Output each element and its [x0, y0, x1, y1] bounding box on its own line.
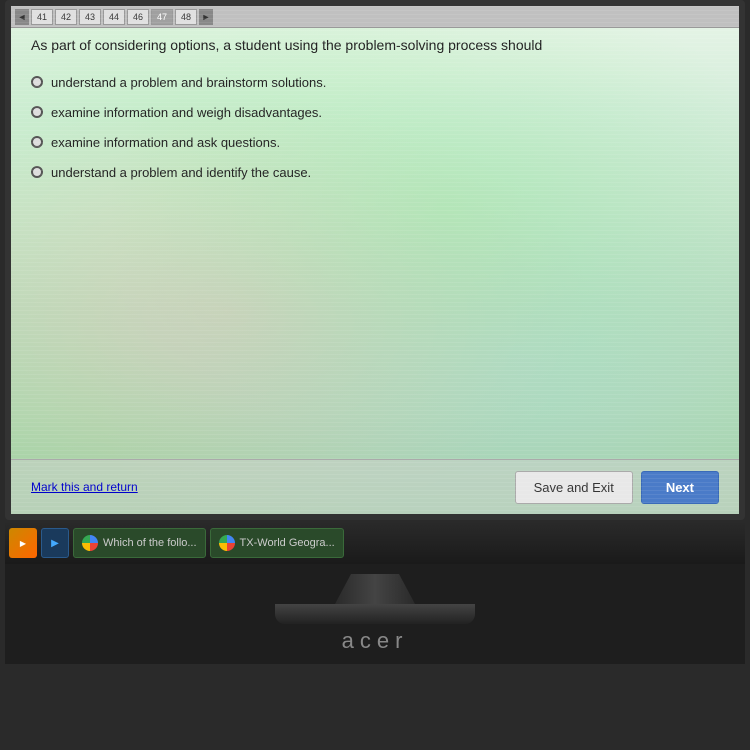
brand-logo: acer [342, 628, 409, 654]
play-icon: ▶ [51, 538, 59, 549]
stand-neck [335, 574, 415, 604]
radio-button-4[interactable] [31, 166, 43, 178]
taskbar: ▶ ▶ Which of the follo... TX-World Geogr… [5, 522, 745, 564]
radio-button-1[interactable] [31, 76, 43, 88]
chrome-icon-1 [82, 535, 98, 551]
tab-label-2: TX-World Geogra... [240, 537, 335, 549]
next-button[interactable]: Next [641, 471, 719, 504]
start-button[interactable]: ▶ [9, 528, 37, 558]
stand-base [275, 604, 475, 624]
screen-bezel: ◄ 41 42 43 44 46 47 48 ► As part of cons… [5, 0, 745, 520]
question-text: As part of considering options, a studen… [31, 36, 719, 56]
question-number-44[interactable]: 44 [103, 9, 125, 25]
answer-option-2[interactable]: examine information and weigh disadvanta… [31, 104, 719, 122]
answer-option-1[interactable]: understand a problem and brainstorm solu… [31, 74, 719, 92]
nav-arrow-left[interactable]: ◄ [15, 9, 29, 25]
question-number-48[interactable]: 48 [175, 9, 197, 25]
answer-option-4[interactable]: understand a problem and identify the ca… [31, 164, 719, 182]
answer-option-3[interactable]: examine information and ask questions. [31, 134, 719, 152]
save-exit-button[interactable]: Save and Exit [515, 471, 633, 504]
screen-content: ◄ 41 42 43 44 46 47 48 ► As part of cons… [11, 6, 739, 514]
question-number-41[interactable]: 41 [31, 9, 53, 25]
question-area: As part of considering options, a studen… [31, 36, 719, 454]
question-number-43[interactable]: 43 [79, 9, 101, 25]
answer-text-3: examine information and ask questions. [51, 134, 280, 152]
top-navigation-bar: ◄ 41 42 43 44 46 47 48 ► [11, 6, 739, 28]
radio-button-2[interactable] [31, 106, 43, 118]
question-number-46[interactable]: 46 [127, 9, 149, 25]
monitor-bottom: acer [5, 564, 745, 664]
question-number-42[interactable]: 42 [55, 9, 77, 25]
chrome-icon-2 [219, 535, 235, 551]
start-icon: ▶ [20, 539, 26, 548]
answer-text-1: understand a problem and brainstorm solu… [51, 74, 326, 92]
mark-return-link[interactable]: Mark this and return [31, 480, 138, 494]
answer-text-4: understand a problem and identify the ca… [51, 164, 311, 182]
taskbar-tab-2[interactable]: TX-World Geogra... [210, 528, 344, 558]
monitor-stand [5, 574, 745, 624]
action-bar: Mark this and return Save and Exit Next [11, 459, 739, 514]
question-number-47[interactable]: 47 [151, 9, 173, 25]
tab-label-1: Which of the follo... [103, 537, 197, 549]
radio-button-3[interactable] [31, 136, 43, 148]
taskbar-tab-1[interactable]: Which of the follo... [73, 528, 206, 558]
monitor-outer: ◄ 41 42 43 44 46 47 48 ► As part of cons… [0, 0, 750, 750]
answer-text-2: examine information and weigh disadvanta… [51, 104, 322, 122]
media-button[interactable]: ▶ [41, 528, 69, 558]
nav-arrow-right[interactable]: ► [199, 9, 213, 25]
button-group: Save and Exit Next [515, 471, 719, 504]
